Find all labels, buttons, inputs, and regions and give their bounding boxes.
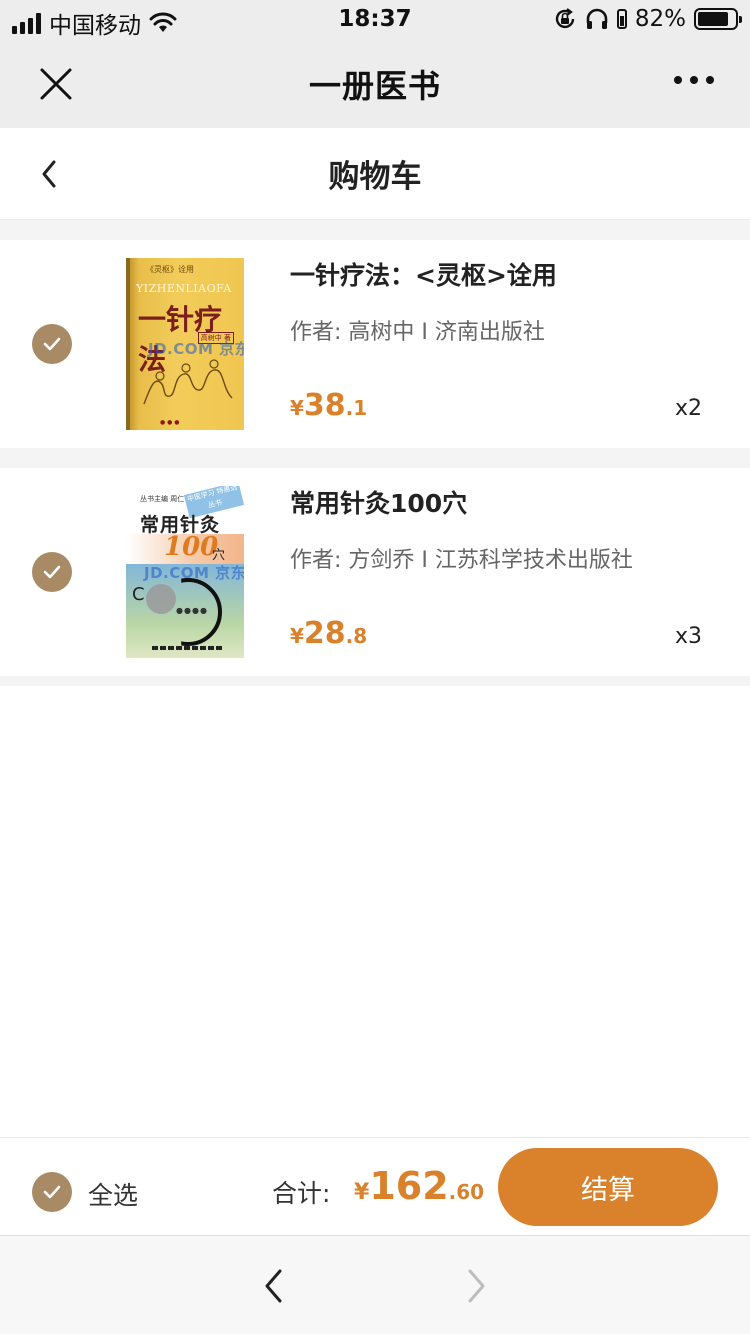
item-title[interactable]: 一针疗法：<灵枢>诠用 (290, 256, 557, 292)
select-all-checkbox[interactable] (32, 1172, 72, 1212)
status-bar: 中国移动 18:37 82% (0, 0, 750, 40)
price-integer: 28 (303, 616, 346, 651)
battery-icon (694, 8, 742, 30)
item-checkbox[interactable] (32, 324, 72, 364)
close-icon[interactable] (38, 66, 74, 102)
cart-item: 丛书主编 周仁 方 中医学习 特惠选丛书 常用针灸 100 穴 C ●●●● J… (0, 468, 750, 676)
checkout-button[interactable]: 结算 (498, 1148, 718, 1226)
item-price: ¥28.8 (290, 616, 367, 651)
total-price: ¥162.60 (354, 1164, 484, 1208)
mini-program-bar: 一册医书 (0, 40, 750, 128)
cover-watermark: JD.COM 京东 (148, 340, 244, 358)
mini-program-title: 一册医书 (308, 67, 441, 105)
price-decimal: .8 (345, 624, 368, 648)
cover-dot (146, 584, 176, 614)
select-all-label[interactable]: 全选 (88, 1176, 138, 1212)
chevron-left-icon[interactable] (262, 1268, 286, 1304)
item-title[interactable]: 常用针灸100穴 (290, 484, 467, 520)
page-nav-bar: 购物车 (0, 128, 750, 220)
book-cover[interactable]: 《灵枢》诠用 YIZHENLIAOFA 一针疗法 高树中 著 JD.COM 京东… (126, 258, 244, 430)
divider (0, 676, 750, 686)
divider (0, 220, 750, 240)
price-decimal: .1 (345, 396, 368, 420)
item-quantity: x3 (674, 624, 702, 649)
cover-unit: 穴 (212, 548, 226, 563)
cover-series: 《灵枢》诠用 (146, 265, 194, 274)
check-icon (43, 565, 61, 579)
book-cover[interactable]: 丛书主编 周仁 方 中医学习 特惠选丛书 常用针灸 100 穴 C ●●●● J… (126, 486, 244, 658)
chevron-left-icon[interactable] (36, 158, 64, 190)
checkout-bar: 全选 合计: ¥162.60 结算 (0, 1137, 750, 1235)
total-decimal: .60 (448, 1180, 485, 1204)
more-icon[interactable] (674, 76, 714, 84)
item-quantity: x2 (674, 396, 702, 421)
cover-dots-row: ●●●● (176, 606, 208, 615)
cover-watermark: JD.COM 京东 (144, 564, 244, 582)
headphones-icon (586, 8, 608, 29)
cover-pinyin: YIZHENLIAOFA (136, 282, 232, 295)
divider (0, 448, 750, 468)
total-integer: 162 (369, 1164, 449, 1208)
cart-item: 《灵枢》诠用 YIZHENLIAOFA 一针疗法 高树中 著 JD.COM 京东… (0, 240, 750, 448)
chevron-right-icon (468, 1269, 485, 1303)
browser-nav-bar (0, 1235, 750, 1334)
cover-illustration (143, 359, 233, 405)
page: 中国移动 18:37 82% 一册医书 购物车 《灵枢》诠用 YIZHENLIA… (0, 0, 750, 1334)
check-icon (43, 337, 61, 351)
total-label: 合计: (272, 1179, 331, 1208)
item-author: 作者: 方剑乔 I 江苏科学技术出版社 (290, 548, 633, 573)
cover-barcode (152, 646, 222, 650)
status-right: 82% (553, 6, 742, 32)
price-symbol: ¥ (290, 396, 304, 420)
price-integer: 38 (303, 388, 346, 423)
cover-letter: C (132, 584, 145, 605)
total-symbol: ¥ (354, 1180, 370, 1205)
rotation-lock-icon (555, 8, 575, 29)
battery-charge-icon (616, 9, 627, 29)
item-author: 作者: 高树中 I 济南出版社 (290, 320, 545, 345)
battery-level (698, 12, 728, 26)
item-price: ¥38.1 (290, 388, 367, 423)
cover-number: 100 (164, 532, 219, 562)
cover-publisher-seal: ● ● ● (160, 419, 180, 426)
price-symbol: ¥ (290, 624, 304, 648)
page-title: 购物车 (328, 159, 422, 195)
item-checkbox[interactable] (32, 552, 72, 592)
check-icon (43, 1185, 61, 1199)
battery-percent: 82% (634, 6, 686, 32)
